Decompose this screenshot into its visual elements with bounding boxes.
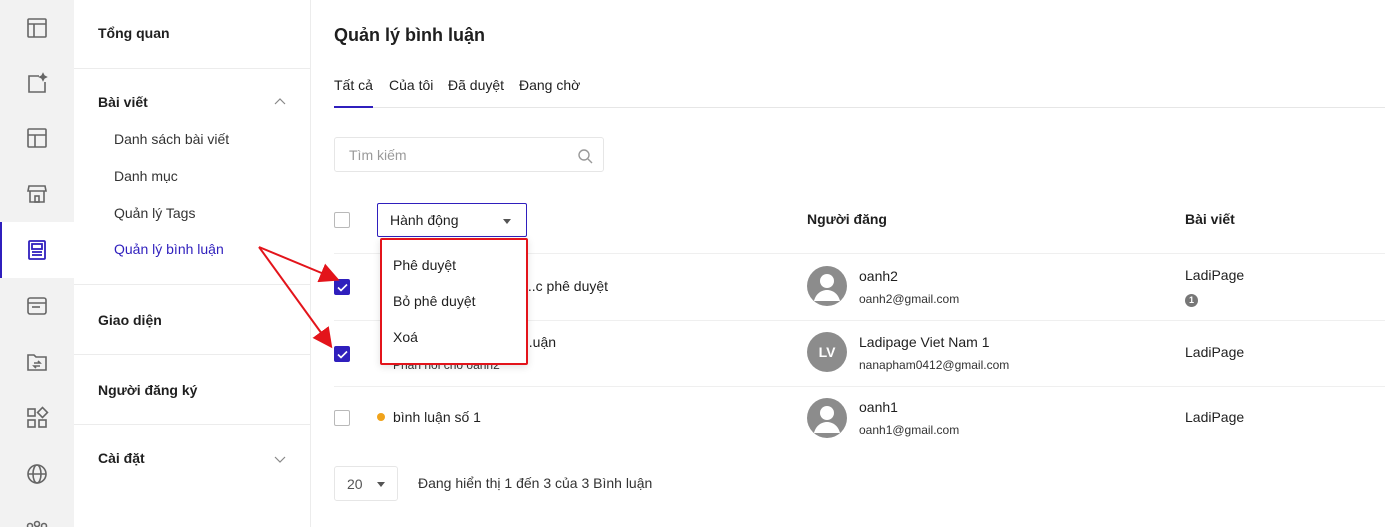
nav-item-comments[interactable]: Quản lý bình luận [114, 241, 224, 257]
rail-store[interactable] [0, 166, 74, 222]
check-icon [337, 283, 348, 292]
nav-settings[interactable]: Cài đặt [98, 450, 145, 466]
nav-divider [74, 424, 311, 425]
globe-icon [27, 464, 47, 484]
section-nav: Tổng quan Bài viết Danh sách bài viết Da… [74, 0, 311, 527]
nav-overview[interactable]: Tổng quan [98, 25, 170, 41]
browser-icon [27, 297, 47, 315]
avatar: LV [807, 332, 847, 372]
author-email: oanh1@gmail.com [859, 423, 960, 437]
caret-down-icon [377, 482, 385, 487]
rail-new-post[interactable] [0, 56, 74, 112]
author-name: Ladipage Viet Nam 1 [859, 334, 990, 350]
blog-icon [28, 240, 46, 260]
author-name: oanh2 [859, 268, 898, 284]
search-icon[interactable] [577, 148, 593, 164]
comment-text[interactable]: ...c phê duyệt [524, 278, 608, 294]
bulk-action-select[interactable]: Hành động [377, 203, 527, 237]
bulk-action-menu: Phê duyệt Bỏ phê duyệt Xoá [380, 238, 528, 365]
menu-item-delete[interactable]: Xoá [393, 329, 418, 345]
row-checkbox[interactable] [334, 279, 350, 295]
column-author[interactable]: Người đăng [807, 211, 887, 227]
nav-divider [74, 354, 311, 355]
rail-dashboard[interactable] [0, 0, 74, 56]
pending-status-dot [377, 413, 385, 421]
page-size-value: 20 [347, 476, 363, 492]
row-checkbox[interactable] [334, 410, 350, 426]
search-box [334, 137, 604, 172]
apps-icon [27, 406, 49, 428]
row-divider [334, 386, 1385, 387]
icon-rail [0, 0, 74, 527]
user-icon [814, 406, 840, 433]
author-name: oanh1 [859, 399, 898, 415]
pagination-info: Đang hiển thị 1 đến 3 của 3 Bình luận [418, 475, 653, 491]
rail-apps[interactable] [0, 390, 74, 446]
nav-subscribers[interactable]: Người đăng ký [98, 382, 197, 398]
avatar [807, 266, 847, 306]
rail-domain[interactable] [0, 446, 74, 502]
nav-posts[interactable]: Bài viết [98, 94, 148, 110]
more-icon [26, 520, 48, 527]
select-all-checkbox[interactable] [334, 212, 350, 228]
post-link[interactable]: LadiPage [1185, 409, 1244, 425]
page-size-select[interactable]: 20 [334, 466, 398, 501]
column-post[interactable]: Bài viết [1185, 211, 1235, 227]
author-email: oanh2@gmail.com [859, 292, 960, 306]
rail-more[interactable] [0, 496, 74, 527]
tab-bar: Tất cả Của tôi Đã duyệt Đang chờ [334, 76, 1385, 108]
store-icon [27, 185, 47, 203]
bulk-action-label: Hành động [390, 212, 459, 228]
rail-layout[interactable] [0, 110, 74, 166]
page-title: Quản lý bình luận [334, 25, 486, 45]
comment-count-badge: 1 [1185, 294, 1198, 307]
menu-item-approve[interactable]: Phê duyệt [393, 257, 456, 273]
nav-theme[interactable]: Giao diện [98, 312, 162, 328]
main-content: Quản lý bình luận Tất cả Của tôi Đã duyệ… [311, 0, 1385, 527]
row-checkbox[interactable] [334, 346, 350, 362]
rail-folder[interactable] [0, 334, 74, 390]
nav-divider [74, 284, 311, 285]
user-icon [814, 274, 840, 301]
post-link[interactable]: LadiPage [1185, 267, 1244, 283]
nav-item-post-list[interactable]: Danh sách bài viết [114, 131, 229, 147]
comment-text[interactable]: bình luận số 1 [393, 409, 481, 425]
avatar [807, 398, 847, 438]
chevron-down-icon[interactable] [274, 453, 286, 465]
check-icon [337, 350, 348, 359]
menu-item-unapprove[interactable]: Bỏ phê duyệt [393, 293, 476, 309]
post-link[interactable]: LadiPage [1185, 344, 1244, 360]
tab-all[interactable]: Tất cả [334, 77, 373, 108]
caret-down-icon [503, 219, 511, 224]
tab-mine[interactable]: Của tôi [389, 77, 433, 93]
search-input[interactable] [349, 145, 569, 165]
author-email: nanapham0412@gmail.com [859, 358, 1010, 372]
dashboard-icon [27, 18, 47, 38]
nav-item-tags[interactable]: Quản lý Tags [114, 205, 195, 221]
rail-browser[interactable] [0, 278, 74, 334]
nav-divider [74, 68, 311, 69]
rail-blog[interactable] [0, 222, 74, 278]
sparkle-post-icon [28, 72, 48, 93]
tab-pending[interactable]: Đang chờ [519, 77, 580, 93]
nav-item-categories[interactable]: Danh mục [114, 168, 178, 184]
chevron-up-icon[interactable] [274, 96, 286, 108]
folder-sync-icon [27, 354, 47, 371]
tab-approved[interactable]: Đã duyệt [448, 77, 504, 93]
layout-icon [27, 128, 47, 148]
